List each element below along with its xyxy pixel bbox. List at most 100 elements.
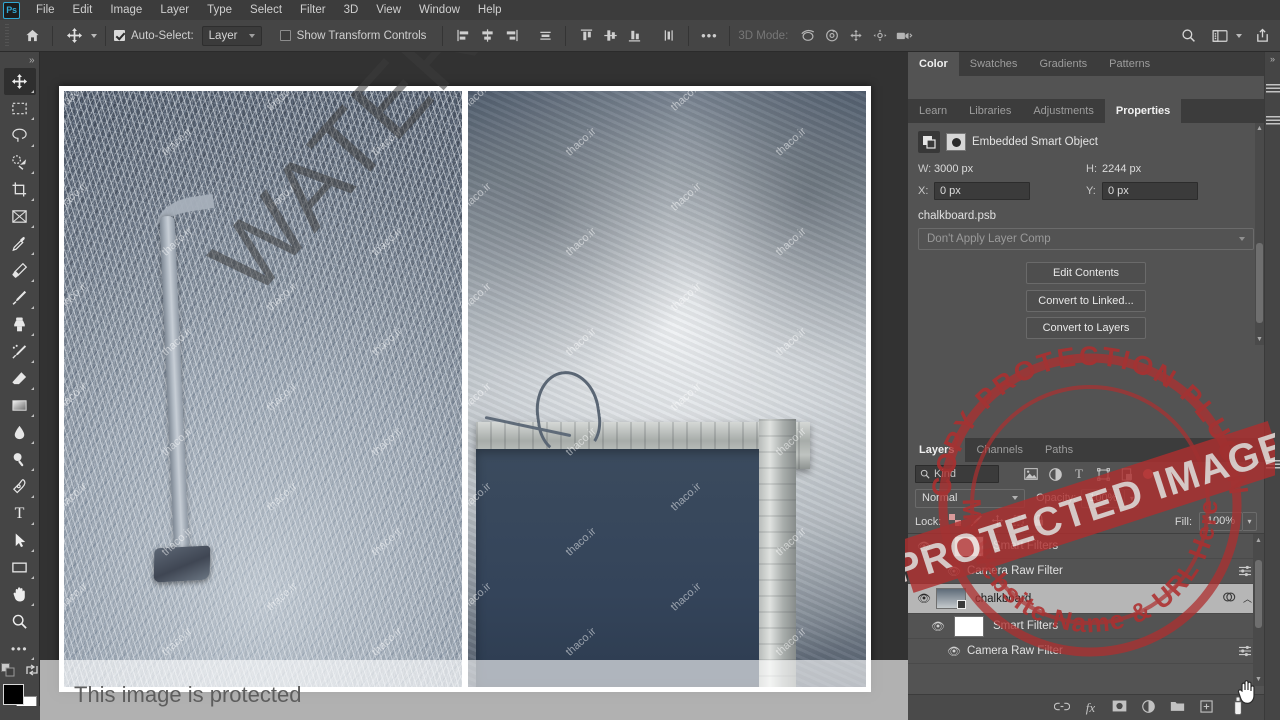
tab-color[interactable]: Color (908, 52, 959, 76)
lock-all-icon[interactable] (1032, 514, 1046, 530)
table-row[interactable]: 👁 Camera Raw Filter (908, 639, 1264, 664)
layers-panel-menu-icon[interactable] (1265, 460, 1280, 470)
tab-paths[interactable]: Paths (1033, 438, 1085, 462)
properties-scrollbar[interactable]: ▲ ▼ (1255, 123, 1264, 345)
fx-badge-icon[interactable] (1222, 590, 1236, 607)
auto-select-scope-dropdown[interactable]: Layer (201, 25, 262, 46)
filter-pixel-icon[interactable] (1021, 465, 1041, 483)
filter-type-icon[interactable]: T (1069, 465, 1089, 483)
add-layer-mask-icon[interactable] (1112, 700, 1127, 715)
tab-layers[interactable]: Layers (908, 438, 966, 462)
layer-comp-dropdown[interactable]: Don't Apply Layer Comp (918, 228, 1254, 250)
menu-item-filter[interactable]: Filter (291, 0, 335, 20)
spot-healing-brush-tool[interactable] (4, 257, 36, 284)
menu-item-window[interactable]: Window (410, 0, 469, 20)
properties-scroll-thumb[interactable] (1256, 243, 1263, 323)
rectangular-marquee-tool[interactable] (4, 95, 36, 122)
link-layers-icon[interactable] (1053, 701, 1071, 715)
layer-visibility-eye-icon[interactable]: 👁 (916, 540, 932, 553)
show-transform-controls-checkbox[interactable] (279, 30, 291, 41)
frame-tool[interactable] (4, 203, 36, 230)
clone-stamp-tool[interactable] (4, 311, 36, 338)
collapse-panels-button[interactable]: » (1265, 52, 1280, 66)
color-panel-menu-icon[interactable] (1265, 84, 1280, 94)
expand-chevron-up-icon[interactable]: ︿ (1243, 592, 1252, 605)
align-horizontal-centers-icon[interactable] (475, 24, 499, 48)
home-icon[interactable] (20, 24, 44, 48)
layer-visibility-eye-icon[interactable]: 👁 (930, 620, 946, 633)
y-input[interactable]: 0 px (1102, 182, 1198, 200)
more-options-button[interactable]: ••• (697, 24, 721, 48)
eraser-tool[interactable] (4, 365, 36, 392)
toolbar-expand-button[interactable]: » (0, 52, 40, 68)
lock-image-pixels-icon[interactable] (969, 514, 983, 530)
tab-learn[interactable]: Learn (908, 99, 959, 123)
align-vertical-centers-icon[interactable] (598, 24, 622, 48)
align-right-edges-icon[interactable] (499, 24, 523, 48)
eyedropper-tool[interactable] (4, 230, 36, 257)
orbit-3d-icon[interactable] (796, 24, 820, 48)
gradient-tool[interactable] (4, 392, 36, 419)
menu-item-help[interactable]: Help (469, 0, 511, 20)
menu-item-view[interactable]: View (367, 0, 410, 20)
scroll-down-arrow-icon[interactable]: ▼ (1256, 336, 1263, 343)
table-row[interactable]: 👁 Smart Filters (908, 534, 1264, 559)
object-selection-tool[interactable] (4, 149, 36, 176)
slide-3d-icon[interactable] (868, 24, 892, 48)
lock-artboard-icon[interactable] (1011, 514, 1025, 530)
workspace-icon[interactable] (1208, 24, 1232, 48)
filter-smart-object-icon[interactable] (1117, 465, 1137, 483)
table-row[interactable]: 👁 chalkboard ︿ (908, 584, 1264, 614)
filter-enable-toggle[interactable] (1143, 469, 1153, 479)
x-input[interactable]: 0 px (934, 182, 1030, 200)
layers-scrollbar[interactable]: ▲ ▼ (1253, 534, 1264, 686)
tab-channels[interactable]: Channels (965, 438, 1034, 462)
menu-item-3d[interactable]: 3D (335, 0, 368, 20)
new-group-icon[interactable] (1170, 700, 1185, 715)
edit-toolbar-button[interactable]: ••• (4, 635, 36, 662)
zoom-3d-camera-icon[interactable] (892, 24, 916, 48)
convert-to-layers-button[interactable]: Convert to Layers (1026, 317, 1146, 339)
menu-item-select[interactable]: Select (241, 0, 291, 20)
layer-effects-group[interactable]: ︿ (1222, 590, 1252, 607)
scroll-up-arrow-icon[interactable]: ▲ (1256, 125, 1263, 132)
fill-input[interactable]: 100% (1199, 512, 1243, 531)
tab-properties[interactable]: Properties (1104, 99, 1182, 123)
dodge-tool[interactable] (4, 446, 36, 473)
crop-tool[interactable] (4, 176, 36, 203)
scroll-up-arrow-icon[interactable]: ▲ (1255, 537, 1262, 544)
document-window[interactable]: thaco.ir thaco.ir thaco.ir thaco.ir thaco.ir… (59, 86, 871, 692)
layers-scroll-thumb[interactable] (1255, 560, 1262, 628)
auto-select-checkbox[interactable] (114, 30, 125, 41)
layer-thumbnail[interactable] (936, 588, 966, 609)
pen-tool[interactable] (4, 473, 36, 500)
options-bar-grip[interactable] (2, 23, 12, 48)
blur-tool[interactable] (4, 419, 36, 446)
menu-item-edit[interactable]: Edit (64, 0, 102, 20)
align-top-edges-icon[interactable] (574, 24, 598, 48)
tab-libraries[interactable]: Libraries (958, 99, 1023, 123)
filter-settings-icon[interactable] (1238, 565, 1252, 577)
fill-chevron-down-icon[interactable]: ▾ (1243, 512, 1257, 531)
distribute-horizontal-icon[interactable] (533, 24, 557, 48)
layer-thumbnail[interactable] (954, 615, 984, 637)
roll-3d-icon[interactable] (820, 24, 844, 48)
new-adjustment-layer-icon[interactable] (1141, 699, 1156, 716)
layer-visibility-eye-icon[interactable]: 👁 (946, 645, 962, 658)
active-tool-picker[interactable] (61, 24, 97, 48)
layer-thumbnail[interactable] (954, 535, 984, 557)
search-icon[interactable] (1176, 24, 1200, 48)
tab-patterns[interactable]: Patterns (1098, 52, 1162, 76)
type-tool[interactable]: T (4, 500, 36, 527)
history-brush-tool[interactable] (4, 338, 36, 365)
opacity-chevron-down-icon[interactable]: ▾ (1125, 488, 1140, 508)
properties-panel-menu-icon[interactable] (1265, 116, 1280, 126)
menu-item-layer[interactable]: Layer (151, 0, 198, 20)
filter-adjustment-icon[interactable] (1045, 465, 1065, 483)
lasso-tool[interactable] (4, 122, 36, 149)
tab-adjustments[interactable]: Adjustments (1022, 99, 1105, 123)
opacity-input[interactable]: 100% (1081, 488, 1126, 508)
menu-item-type[interactable]: Type (198, 0, 241, 20)
lock-position-icon[interactable] (990, 514, 1004, 530)
chevron-down-icon[interactable] (1236, 33, 1242, 38)
